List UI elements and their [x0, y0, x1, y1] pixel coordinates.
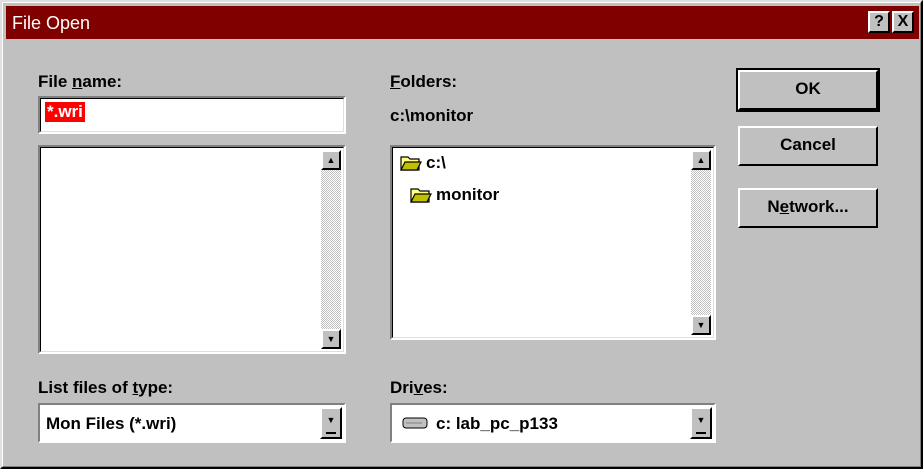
file-type-label: List files of type:	[38, 378, 174, 397]
dropdown-arrow-icon[interactable]: ▼	[320, 407, 342, 439]
title-bar[interactable]: File Open ? X	[6, 6, 919, 39]
folders-label: Folders:	[390, 72, 458, 91]
file-list-scrollbar[interactable]: ▲ ▼	[321, 150, 341, 349]
folder-item-root[interactable]: c:\	[400, 153, 446, 173]
file-type-value: Mon Files (*.wri)	[46, 414, 177, 433]
drives-value: c: lab_pc_p133	[436, 414, 558, 433]
scroll-down-arrow-icon[interactable]: ▼	[321, 329, 341, 349]
dropdown-arrow-icon[interactable]: ▼	[690, 407, 712, 439]
ok-button[interactable]: OK	[736, 68, 880, 112]
open-folder-icon	[400, 156, 422, 171]
file-name-label: File name:	[38, 72, 123, 91]
file-type-select[interactable]: Mon Files (*.wri) ▼	[38, 403, 346, 443]
network-button[interactable]: Network...	[738, 188, 878, 228]
scroll-down-arrow-icon[interactable]: ▼	[691, 315, 711, 335]
scroll-up-arrow-icon[interactable]: ▲	[321, 150, 341, 170]
file-list[interactable]: ▲ ▼	[38, 145, 346, 354]
file-name-input[interactable]: *.wri	[38, 96, 346, 134]
drives-select[interactable]: c: lab_pc_p133 ▼	[390, 403, 716, 443]
current-folder-path: c:\monitor	[390, 106, 474, 125]
help-button[interactable]: ?	[868, 11, 890, 33]
folder-item-monitor[interactable]: monitor	[410, 185, 499, 205]
file-open-dialog: File Open ? X File name: *.wri ▲ ▼ Folde…	[0, 0, 923, 469]
scroll-up-arrow-icon[interactable]: ▲	[691, 150, 711, 170]
close-button[interactable]: X	[892, 11, 914, 33]
open-folder-icon	[410, 188, 432, 203]
drives-label: Drives:	[390, 378, 448, 397]
dialog-title: File Open	[12, 13, 91, 33]
folder-list-scrollbar[interactable]: ▲ ▼	[691, 150, 711, 335]
folder-list[interactable]: c:\ monitor ▲ ▼	[390, 145, 716, 340]
hard-drive-icon	[402, 417, 428, 429]
cancel-button[interactable]: Cancel	[738, 126, 878, 166]
file-name-value: *.wri	[45, 102, 85, 122]
